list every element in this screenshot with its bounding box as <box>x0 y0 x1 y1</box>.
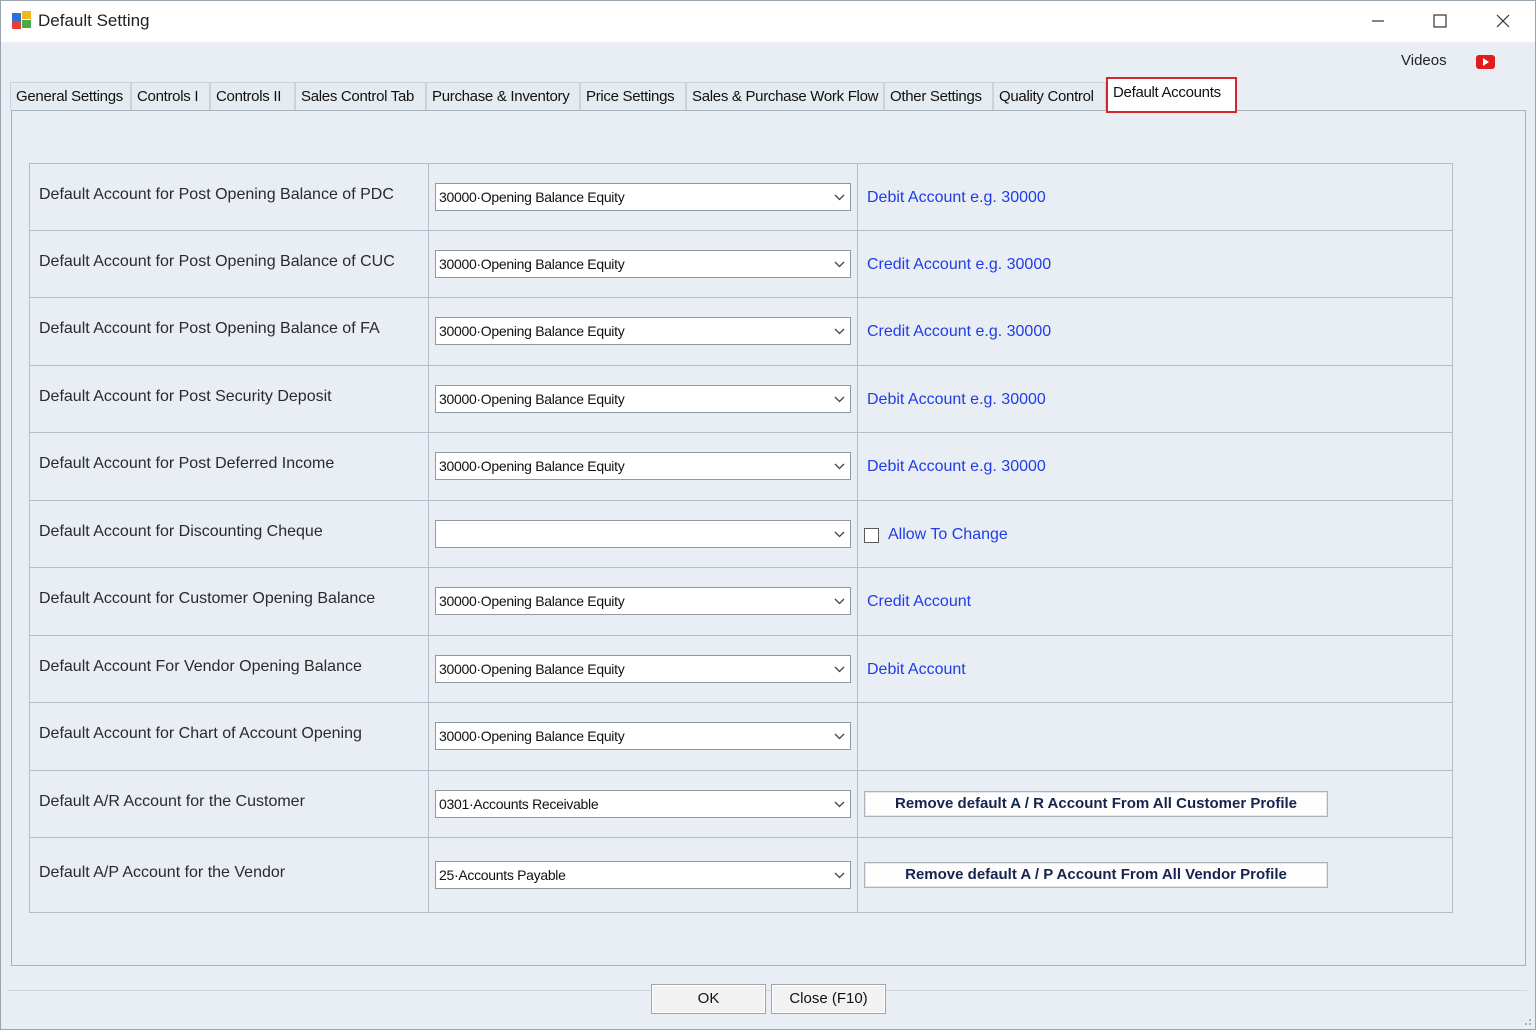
chevron-down-icon <box>834 531 845 538</box>
account-dropdown-deferred-income[interactable]: 30000·Opening Balance Equity <box>435 452 851 480</box>
row-label: Default A/P Account for the Vendor <box>29 837 429 913</box>
minimize-icon <box>1372 20 1384 22</box>
account-hint: Credit Account e.g. 30000 <box>867 256 1052 273</box>
window-title: Default Setting <box>38 11 150 30</box>
title-bar: Default Setting <box>0 0 1536 43</box>
setting-row-ap-account: Default A/P Account for the Vendor 25·Ac… <box>29 837 1453 913</box>
row-label: Default Account for Chart of Account Ope… <box>29 702 429 771</box>
account-hint: Credit Account <box>867 593 972 610</box>
row-label: Default Account For Vendor Opening Balan… <box>29 635 429 703</box>
account-dropdown-vendor-opening[interactable]: 30000·Opening Balance Equity <box>435 655 851 683</box>
chevron-down-icon <box>834 328 845 335</box>
dropdown-value: 30000·Opening Balance Equity <box>439 391 625 407</box>
setting-row-ar-account: Default A/R Account for the Customer 030… <box>29 770 1453 838</box>
maximize-button[interactable] <box>1410 0 1470 42</box>
setting-row-discounting-cheque: Default Account for Discounting Cheque A… <box>29 500 1453 568</box>
tab-quality-control[interactable]: Quality Control <box>993 82 1106 110</box>
ok-button[interactable]: OK <box>651 984 766 1014</box>
footer-bar <box>7 990 1527 1024</box>
account-hint: Credit Account e.g. 30000 <box>867 323 1052 340</box>
dropdown-value: 30000·Opening Balance Equity <box>439 728 625 744</box>
dropdown-value: 30000·Opening Balance Equity <box>439 661 625 677</box>
account-dropdown-cuc[interactable]: 30000·Opening Balance Equity <box>435 250 851 278</box>
chevron-down-icon <box>834 463 845 470</box>
resize-grip-icon[interactable] <box>1522 1016 1532 1026</box>
tab-default-accounts[interactable]: Default Accounts <box>1106 77 1237 113</box>
row-label: Default Account for Discounting Cheque <box>29 500 429 568</box>
tab-sales-purchase-work-flow[interactable]: Sales & Purchase Work Flow <box>686 82 884 110</box>
setting-row-vendor-opening: Default Account For Vendor Opening Balan… <box>29 635 1453 703</box>
chevron-down-icon <box>834 666 845 673</box>
youtube-icon[interactable] <box>1476 55 1495 69</box>
tab-purchase-inventory[interactable]: Purchase & Inventory <box>426 82 580 110</box>
row-label: Default Account for Post Security Deposi… <box>29 365 429 433</box>
account-dropdown-pdc[interactable]: 30000·Opening Balance Equity <box>435 183 851 211</box>
row-label: Default Account for Customer Opening Bal… <box>29 567 429 636</box>
dropdown-value: 30000·Opening Balance Equity <box>439 323 625 339</box>
close-button[interactable]: Close (F10) <box>771 984 886 1014</box>
dropdown-value: 30000·Opening Balance Equity <box>439 256 625 272</box>
account-dropdown-chart-of-account[interactable]: 30000·Opening Balance Equity <box>435 722 851 750</box>
app-icon <box>12 11 31 29</box>
default-accounts-panel: Default Account for Post Opening Balance… <box>11 110 1526 966</box>
setting-row-chart-of-account: Default Account for Chart of Account Ope… <box>29 702 1453 771</box>
chevron-down-icon <box>834 598 845 605</box>
account-dropdown-customer-opening[interactable]: 30000·Opening Balance Equity <box>435 587 851 615</box>
row-label: Default Account for Post Deferred Income <box>29 432 429 501</box>
account-dropdown-ap[interactable]: 25·Accounts Payable <box>435 861 851 889</box>
setting-row-security-deposit: Default Account for Post Security Deposi… <box>29 365 1453 433</box>
tab-sales-control[interactable]: Sales Control Tab <box>295 82 426 110</box>
tab-price-settings[interactable]: Price Settings <box>580 82 686 110</box>
tab-other-settings[interactable]: Other Settings <box>884 82 993 110</box>
chevron-down-icon <box>834 801 845 808</box>
account-dropdown-fa[interactable]: 30000·Opening Balance Equity <box>435 317 851 345</box>
setting-row-cuc: Default Account for Post Opening Balance… <box>29 230 1453 298</box>
account-hint: Debit Account e.g. 30000 <box>867 189 1046 206</box>
account-dropdown-security-deposit[interactable]: 30000·Opening Balance Equity <box>435 385 851 413</box>
dropdown-value: 30000·Opening Balance Equity <box>439 593 625 609</box>
dropdown-value: 0301·Accounts Receivable <box>439 796 599 812</box>
chevron-down-icon <box>834 872 845 879</box>
chevron-down-icon <box>834 194 845 201</box>
maximize-icon <box>1433 14 1447 28</box>
chevron-down-icon <box>834 396 845 403</box>
videos-link[interactable]: Videos <box>1401 52 1447 69</box>
chevron-down-icon <box>834 733 845 740</box>
remove-default-ap-button[interactable]: Remove default A / P Account From All Ve… <box>864 862 1328 888</box>
account-dropdown-discounting-cheque[interactable] <box>435 520 851 548</box>
tab-controls-i[interactable]: Controls I <box>131 82 210 110</box>
chevron-down-icon <box>834 261 845 268</box>
row-label: Default A/R Account for the Customer <box>29 770 429 838</box>
account-hint: Debit Account e.g. 30000 <box>867 391 1046 408</box>
dropdown-value: 25·Accounts Payable <box>439 867 566 883</box>
setting-row-deferred-income: Default Account for Post Deferred Income… <box>29 432 1453 501</box>
allow-to-change-option[interactable]: Allow To Change <box>864 526 1452 544</box>
account-dropdown-ar[interactable]: 0301·Accounts Receivable <box>435 790 851 818</box>
allow-to-change-checkbox[interactable] <box>864 527 879 543</box>
default-accounts-table: Default Account for Post Opening Balance… <box>29 163 1453 913</box>
row-label: Default Account for Post Opening Balance… <box>29 163 429 231</box>
setting-row-customer-opening: Default Account for Customer Opening Bal… <box>29 567 1453 636</box>
close-window-button[interactable] <box>1473 0 1533 42</box>
minimize-button[interactable] <box>1348 0 1408 42</box>
row-label: Default Account for Post Opening Balance… <box>29 230 429 298</box>
account-hint: Debit Account e.g. 30000 <box>867 458 1046 475</box>
remove-default-ar-button[interactable]: Remove default A / R Account From All Cu… <box>864 791 1328 817</box>
dropdown-value: 30000·Opening Balance Equity <box>439 458 625 474</box>
close-icon <box>1496 14 1510 28</box>
row-label: Default Account for Post Opening Balance… <box>29 297 429 366</box>
tab-general-settings[interactable]: General Settings <box>10 82 131 110</box>
allow-to-change-label[interactable]: Allow To Change <box>888 526 1008 544</box>
setting-row-pdc: Default Account for Post Opening Balance… <box>29 163 1453 231</box>
account-hint: Debit Account <box>867 661 966 678</box>
tab-controls-ii[interactable]: Controls II <box>210 82 295 110</box>
dropdown-value: 30000·Opening Balance Equity <box>439 189 625 205</box>
setting-row-fa: Default Account for Post Opening Balance… <box>29 297 1453 366</box>
